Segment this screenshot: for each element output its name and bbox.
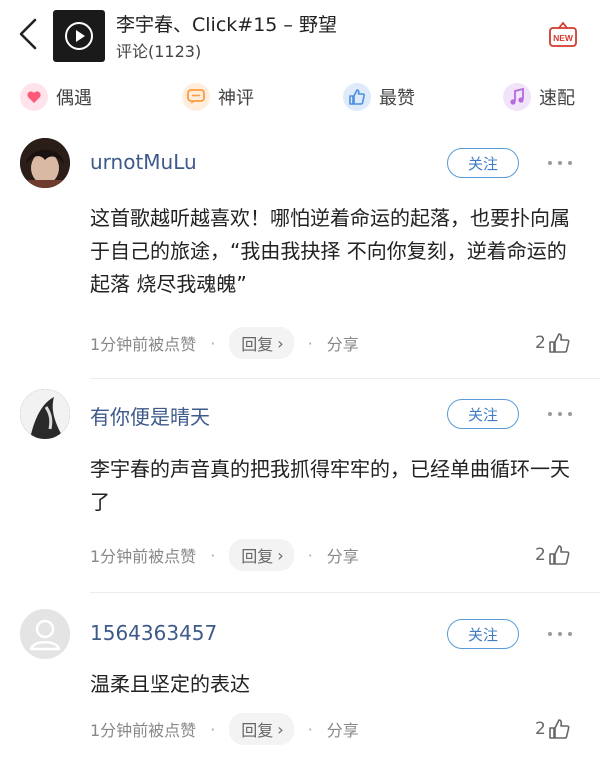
comment-time: 1分钟前被点赞 — [90, 335, 197, 354]
separator-dot: · — [307, 545, 313, 565]
thumb-up-icon — [549, 545, 570, 565]
comment-count: 评论(1123) — [116, 42, 202, 61]
thumb-up-icon — [549, 719, 570, 739]
comment-content: 这首歌越听越喜欢！哪怕逆着命运的起落，也要扑向属于自己的旅途，“我由我抉择 不向… — [90, 206, 570, 296]
like-count: 2 — [535, 333, 546, 353]
reply-button[interactable]: 回复 › — [229, 539, 294, 571]
default-user-icon — [20, 609, 70, 659]
follow-button[interactable]: 关注 — [447, 148, 519, 178]
comment-time: 1分钟前被点赞 — [90, 721, 197, 740]
thumb-up-icon — [549, 333, 570, 353]
more-options-icon[interactable] — [548, 407, 578, 421]
username[interactable]: 1564363457 — [90, 621, 217, 645]
separator-dot: · — [307, 333, 313, 353]
comment-time: 1分钟前被点赞 — [90, 547, 197, 566]
comment-content: 温柔且坚定的表达 — [90, 672, 250, 696]
reply-button[interactable]: 回复 › — [229, 713, 294, 745]
thumb-up-icon — [343, 83, 371, 111]
divider — [90, 592, 600, 593]
comment-meta: 1分钟前被点赞 · 回复 › · 分享 — [90, 539, 359, 571]
separator-dot: · — [210, 333, 216, 353]
filter-bar: 偶遇 神评 最赞 速配 — [0, 74, 600, 122]
reply-label: 回复 — [241, 547, 274, 566]
filter-encounter[interactable]: 偶遇 — [20, 82, 92, 112]
like-button[interactable]: 2 — [535, 540, 570, 570]
separator-dot: · — [307, 719, 313, 739]
share-button[interactable]: 分享 — [327, 543, 359, 567]
like-button[interactable]: 2 — [535, 714, 570, 744]
new-sort-button[interactable]: NEW — [547, 20, 579, 52]
header: 李宇春、Click#15 – 野望 评论(1123) NEW — [0, 0, 600, 72]
share-button[interactable]: 分享 — [327, 717, 359, 741]
reply-label: 回复 — [241, 335, 274, 354]
filter-label: 速配 — [539, 88, 575, 109]
filter-most-liked[interactable]: 最赞 — [343, 82, 415, 112]
divider — [90, 378, 600, 379]
reply-label: 回复 — [241, 721, 274, 740]
new-badge-icon: NEW — [549, 22, 577, 47]
avatar[interactable] — [20, 138, 70, 188]
more-options-icon[interactable] — [548, 627, 578, 641]
more-options-icon[interactable] — [548, 156, 578, 170]
album-cover[interactable] — [53, 10, 105, 62]
chevron-right-icon: › — [277, 545, 284, 565]
filter-label: 最赞 — [379, 88, 415, 109]
like-count: 2 — [535, 719, 546, 739]
separator-dot: · — [210, 545, 216, 565]
share-button[interactable]: 分享 — [327, 331, 359, 355]
filter-hot-review[interactable]: 神评 — [182, 82, 254, 112]
chevron-right-icon: › — [277, 333, 284, 353]
like-button[interactable]: 2 — [535, 328, 570, 358]
comment-meta: 1分钟前被点赞 · 回复 › · 分享 — [90, 713, 359, 745]
username[interactable]: 有你便是晴天 — [90, 401, 210, 430]
username[interactable]: urnotMuLu — [90, 150, 197, 174]
separator-dot: · — [210, 719, 216, 739]
comment-meta: 1分钟前被点赞 · 回复 › · 分享 — [90, 327, 359, 359]
svg-text:NEW: NEW — [553, 33, 574, 43]
filter-match[interactable]: 速配 — [503, 82, 575, 112]
play-icon — [65, 22, 93, 50]
comment-content: 李宇春的声音真的把我抓得牢牢的，已经单曲循环一天了 — [90, 457, 570, 514]
filter-label: 神评 — [218, 88, 254, 109]
back-button[interactable] — [10, 14, 46, 54]
music-note-icon — [503, 83, 531, 111]
chat-bubble-icon — [182, 83, 210, 111]
reply-button[interactable]: 回复 › — [229, 327, 294, 359]
like-count: 2 — [535, 545, 546, 565]
song-title[interactable]: 李宇春、Click#15 – 野望 — [116, 10, 337, 37]
follow-button[interactable]: 关注 — [447, 619, 519, 649]
follow-button[interactable]: 关注 — [447, 399, 519, 429]
chevron-left-icon — [19, 18, 37, 50]
filter-label: 偶遇 — [56, 88, 92, 109]
avatar[interactable] — [20, 389, 70, 439]
chevron-right-icon: › — [277, 719, 284, 739]
heart-icon — [20, 83, 48, 111]
avatar[interactable] — [20, 609, 70, 659]
